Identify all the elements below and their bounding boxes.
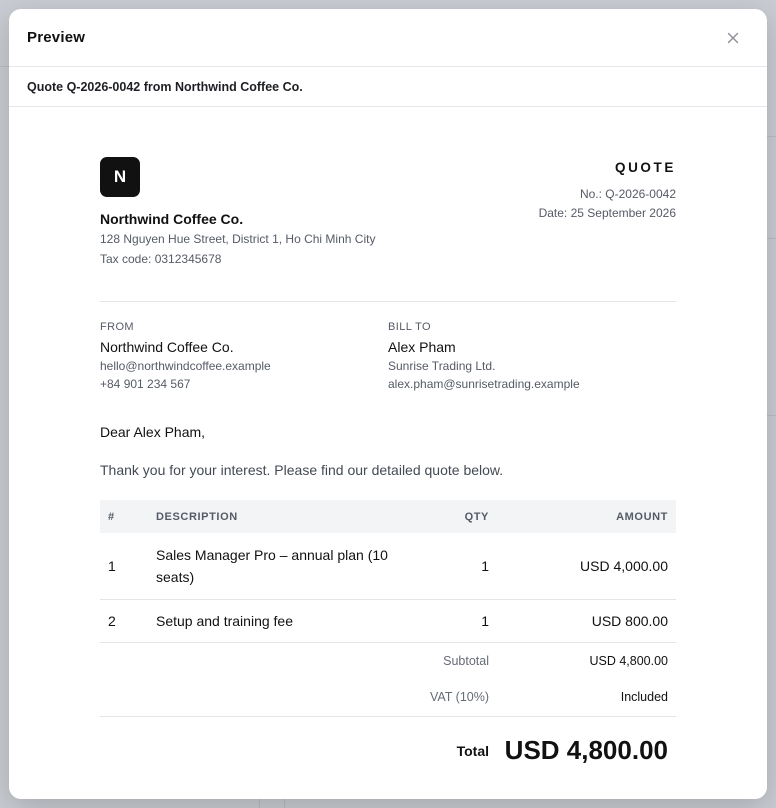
bill-to-block: BILL TO Alex Pham Sunrise Trading Ltd. a… <box>388 321 580 391</box>
vat-value: Included <box>489 679 676 717</box>
vat-row: VAT (10%) Included <box>100 679 676 717</box>
table-row: 1 Sales Manager Pro – annual plan (10 se… <box>100 533 676 600</box>
line-items-table: # DESCRIPTION QTY AMOUNT 1 Sales Manager… <box>100 500 676 784</box>
close-icon <box>727 32 739 43</box>
modal-header: Preview <box>9 9 767 67</box>
document-scroll-area[interactable]: N Northwind Coffee Co. 128 Nguyen Hue St… <box>9 108 767 799</box>
total-row: Total USD 4,800.00 <box>100 716 676 784</box>
column-header-amount: AMOUNT <box>616 510 668 523</box>
greeting: Dear Alex Pham, <box>100 424 206 440</box>
from-email: hello@northwindcoffee.example <box>100 359 271 373</box>
background-divider <box>259 799 260 808</box>
document-type: QUOTE <box>614 160 676 175</box>
intro-text: Thank you for your interest. Please find… <box>100 462 504 478</box>
row-number: 2 <box>100 599 156 643</box>
row-amount: USD 4,000.00 <box>489 533 676 600</box>
subtotal-value: USD 4,800.00 <box>589 653 668 668</box>
column-header-description: DESCRIPTION <box>156 510 238 523</box>
background-divider <box>767 415 776 416</box>
row-description: Setup and training fee <box>156 599 426 643</box>
preview-subtitle: Quote Q-2026-0042 from Northwind Coffee … <box>9 67 767 107</box>
background-divider <box>0 66 9 67</box>
bill-to-name: Alex Pham <box>388 339 456 355</box>
company-tax-code: Tax code: 0312345678 <box>100 252 222 266</box>
bill-to-label: BILL TO <box>388 321 431 333</box>
company-logo: N <box>100 157 140 197</box>
header-divider <box>100 301 676 302</box>
bill-to-email: alex.pham@sunrisetrading.example <box>388 377 580 391</box>
preview-modal: Preview Quote Q-2026-0042 from Northwind… <box>9 9 767 799</box>
background-divider <box>767 136 776 137</box>
total-value: USD 4,800.00 <box>504 734 668 765</box>
row-amount: USD 800.00 <box>489 599 676 643</box>
from-name: Northwind Coffee Co. <box>100 339 234 355</box>
table-header-row: # DESCRIPTION QTY AMOUNT <box>100 500 676 533</box>
vat-label: VAT (10%) <box>156 679 489 717</box>
company-name: Northwind Coffee Co. <box>100 211 244 227</box>
quote-date: Date: 25 September 2026 <box>538 206 676 220</box>
background-divider <box>767 238 776 239</box>
bill-to-company: Sunrise Trading Ltd. <box>388 359 496 373</box>
table-row: 2 Setup and training fee 1 USD 800.00 <box>100 599 676 643</box>
quote-number: No.: Q-2026-0042 <box>579 187 676 201</box>
total-label: Total <box>456 743 489 760</box>
column-header-number: # <box>108 510 115 523</box>
company-address: 128 Nguyen Hue Street, District 1, Ho Ch… <box>100 232 376 246</box>
from-phone: +84 901 234 567 <box>100 377 191 391</box>
row-qty: 1 <box>426 533 489 600</box>
subtotal-label: Subtotal <box>443 653 489 668</box>
row-qty: 1 <box>426 599 489 643</box>
row-number: 1 <box>100 533 156 600</box>
column-header-qty: QTY <box>464 510 489 523</box>
background-divider <box>284 799 285 808</box>
from-label: FROM <box>100 321 134 333</box>
modal-title: Preview <box>27 29 86 46</box>
close-button[interactable] <box>723 28 743 48</box>
subtotal-row: Subtotal USD 4,800.00 <box>100 642 676 679</box>
from-block: FROM Northwind Coffee Co. hello@northwin… <box>100 321 271 391</box>
row-description: Sales Manager Pro – annual plan (10 seat… <box>156 533 426 600</box>
